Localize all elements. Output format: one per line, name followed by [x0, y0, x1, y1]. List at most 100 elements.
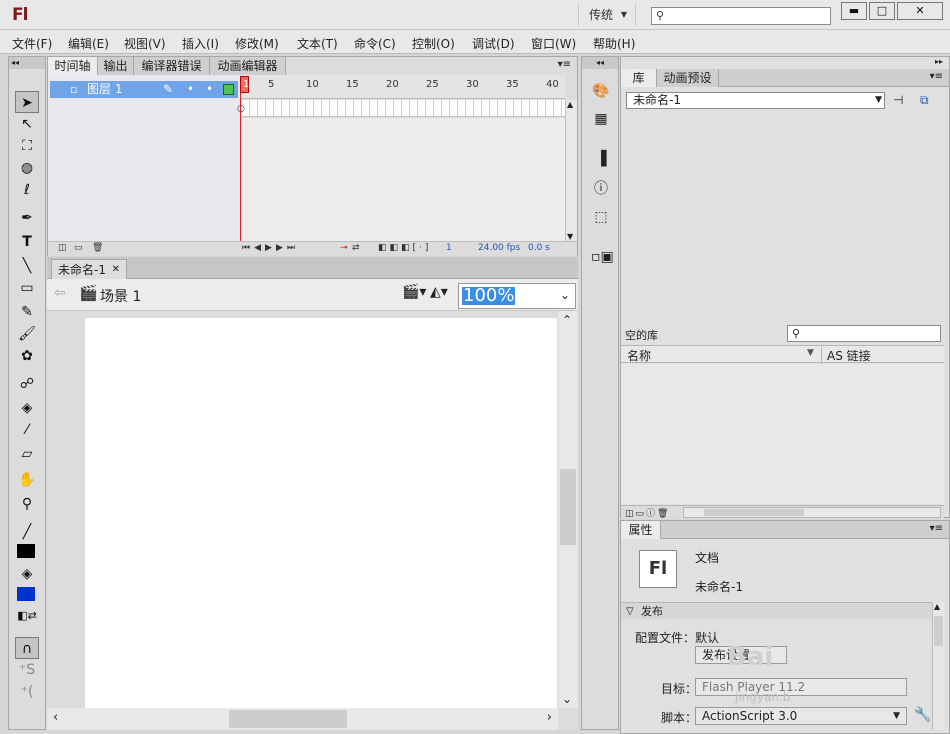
subselection-tool-icon[interactable]: ↖ [15, 113, 39, 135]
collapse-arrows-icon[interactable]: ▸▸ [935, 57, 943, 66]
column-as-linkage[interactable]: AS 链接 [821, 347, 871, 364]
stroke-color-swatch[interactable] [17, 544, 35, 558]
bone-tool-icon[interactable]: ☍ [15, 373, 39, 395]
delete-layer-icon[interactable]: 🗑 [92, 243, 103, 253]
scroll-thumb[interactable] [704, 509, 804, 516]
playback-controls-icon[interactable]: ⏮◀▶▶⏭ [242, 243, 299, 253]
layer-outline-color[interactable] [223, 84, 234, 95]
workspace-switcher[interactable]: 传统 ▼ [578, 4, 636, 26]
tab-library[interactable]: 库 [621, 69, 657, 87]
library-list[interactable] [621, 364, 944, 504]
free-transform-tool-icon[interactable]: ⛶ [15, 135, 39, 157]
scroll-down-icon[interactable]: ▼ [567, 232, 573, 241]
stage-horizontal-scrollbar[interactable]: ‹ › [47, 708, 558, 730]
scroll-thumb[interactable] [560, 469, 576, 545]
publish-section-header[interactable]: ▽ 发布 [621, 602, 932, 619]
eyedropper-tool-icon[interactable]: ⁄ [15, 419, 39, 441]
panel-menu-icon[interactable]: ▾≡ [558, 59, 571, 70]
pen-tool-icon[interactable]: ✒ [15, 207, 39, 229]
components-panel-icon[interactable]: ▫▣ [591, 247, 614, 267]
expand-arrows-icon[interactable]: ◂◂ [582, 57, 618, 69]
close-button[interactable]: ✕ [897, 2, 943, 20]
menu-edit[interactable]: 编辑(E) [68, 35, 109, 52]
paint-bucket-tool-icon[interactable]: ◈ [15, 397, 39, 419]
maximize-button[interactable]: □ [869, 2, 895, 20]
stage[interactable] [85, 318, 557, 708]
text-tool-icon[interactable]: T [15, 231, 39, 253]
scroll-up-icon[interactable]: ⌃ [562, 313, 572, 327]
menu-insert[interactable]: 插入(I) [182, 35, 219, 52]
scroll-thumb[interactable] [229, 710, 347, 728]
menu-file[interactable]: 文件(F) [12, 35, 52, 52]
document-tab[interactable]: 未命名-1 ✕ [51, 259, 127, 279]
wrench-icon[interactable]: 🔧 [914, 707, 931, 723]
layer-visible-dot[interactable]: • [187, 81, 194, 98]
scroll-down-icon[interactable]: ⌄ [562, 692, 572, 706]
layer-row[interactable]: ▫ 图层 1 ✎ • • [50, 81, 238, 98]
scroll-up-icon[interactable]: ▲ [567, 100, 573, 109]
tab-timeline[interactable]: 时间轴 [48, 57, 98, 75]
selection-tool-icon[interactable]: ➤ [15, 91, 39, 113]
tab-output[interactable]: 输出 [98, 57, 134, 75]
tab-properties[interactable]: 属性 [621, 521, 661, 539]
frame-ruler[interactable]: 1 5 10 15 20 25 30 35 40 [240, 75, 565, 99]
pencil-tool-icon[interactable]: ✎ [15, 301, 39, 323]
tab-motion-presets[interactable]: 动画预设 [657, 69, 719, 87]
library-search-input[interactable]: ⚲ [787, 325, 941, 342]
keyframe-icon[interactable]: ○ [237, 104, 245, 114]
align-panel-icon[interactable]: ▐ [591, 149, 611, 169]
new-layer-icon[interactable]: ◫ [58, 243, 67, 253]
frame-rate[interactable]: 24.00 fps [478, 243, 520, 253]
3d-rotation-tool-icon[interactable]: ◍ [15, 157, 39, 179]
properties-scrollbar[interactable]: ▲ [932, 602, 944, 730]
swap-colors-icon[interactable]: ◧⇄ [15, 605, 39, 627]
panel-menu-icon[interactable]: ▾≡ [930, 523, 943, 534]
pin-library-icon[interactable]: ⊣ [893, 93, 903, 107]
transform-panel-icon[interactable]: ⬚ [591, 207, 611, 227]
loop-icon[interactable]: ⊸ [340, 243, 348, 253]
menu-help[interactable]: 帮助(H) [593, 35, 635, 52]
straighten-icon[interactable]: ⁺( [15, 681, 39, 703]
hand-tool-icon[interactable]: ✋ [15, 469, 39, 491]
column-name[interactable]: 名称 [627, 347, 651, 364]
target-select[interactable]: Flash Player 11.2 [695, 678, 907, 696]
line-tool-icon[interactable]: ╲ [15, 255, 39, 277]
smooth-icon[interactable]: ⁺S [15, 659, 39, 681]
color-panel-icon[interactable]: 🎨 [591, 81, 611, 101]
center-frame-icon[interactable]: ⇄ [352, 243, 360, 253]
stage-vertical-scrollbar[interactable]: ⌃ ⌄ [558, 311, 578, 708]
menu-modify[interactable]: 修改(M) [235, 35, 279, 52]
frame-area[interactable] [242, 118, 565, 242]
help-search-input[interactable]: ⚲ [651, 7, 831, 25]
scroll-right-icon[interactable]: › [547, 710, 552, 725]
brush-tool-icon[interactable]: 🖌 [15, 323, 39, 345]
info-icon[interactable]: ⓘ [591, 179, 611, 199]
tab-compiler-errors[interactable]: 编译器错误 [134, 57, 210, 75]
menu-commands[interactable]: 命令(C) [354, 35, 396, 52]
back-arrow-icon[interactable]: ⇦ [54, 285, 66, 301]
library-document-select[interactable]: 未命名-1 ▼ [626, 92, 885, 109]
deco-tool-icon[interactable]: ✿ [15, 345, 39, 367]
layer-lock-dot[interactable]: • [206, 81, 213, 98]
new-library-panel-icon[interactable]: ⧉ [920, 93, 929, 108]
close-tab-icon[interactable]: ✕ [112, 260, 120, 280]
menu-text[interactable]: 文本(T) [297, 35, 338, 52]
library-hscrollbar[interactable] [683, 507, 941, 518]
zoom-select[interactable]: 100% ⌄ [458, 283, 576, 309]
menu-debug[interactable]: 调试(D) [472, 35, 515, 52]
menu-window[interactable]: 窗口(W) [531, 35, 576, 52]
minimize-button[interactable]: ▬ [841, 2, 867, 20]
scroll-thumb[interactable] [934, 616, 943, 646]
scroll-left-icon[interactable]: ‹ [53, 710, 58, 725]
onion-skin-icons[interactable]: ◧◧◧[·] [378, 243, 431, 253]
collapse-arrows-icon[interactable]: ◂◂ [9, 57, 45, 69]
eraser-tool-icon[interactable]: ▱ [15, 443, 39, 465]
tab-motion-editor[interactable]: 动画编辑器 [210, 57, 286, 75]
scroll-up-icon[interactable]: ▲ [934, 602, 940, 611]
swatches-panel-icon[interactable]: ▦ [591, 109, 611, 129]
timeline-scrollbar[interactable]: ▲ ▼ [565, 100, 577, 241]
snap-to-objects-icon[interactable]: ∩ [15, 637, 39, 659]
script-select[interactable]: ActionScript 3.0 ▼ [695, 707, 907, 725]
rectangle-tool-icon[interactable]: ▭ [15, 277, 39, 299]
current-frame[interactable]: 1 [446, 243, 452, 253]
